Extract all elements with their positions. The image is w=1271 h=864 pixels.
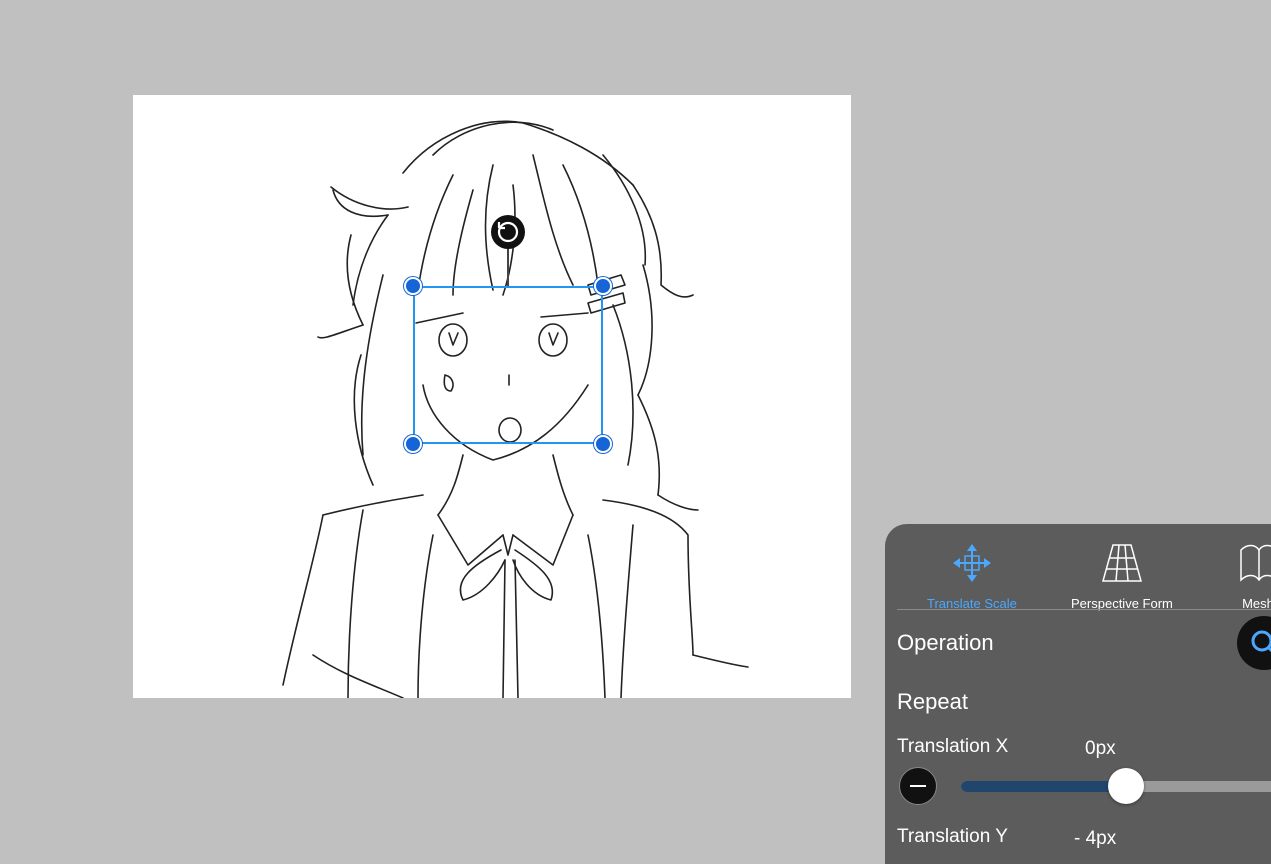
selection-handle-top-right[interactable] [594, 277, 612, 295]
translation-x-value: 0px [1085, 738, 1116, 759]
repeat-label[interactable]: Repeat [897, 689, 968, 715]
translation-x-slider-fill [961, 781, 1126, 792]
translation-x-slider-thumb[interactable] [1108, 768, 1144, 804]
search-button[interactable] [1237, 616, 1271, 670]
translation-y-value: - 4px [1074, 828, 1117, 849]
mesh-icon [1237, 542, 1271, 584]
drawing-canvas[interactable] [133, 95, 851, 698]
rotate-handle-stem [507, 247, 509, 287]
translation-y-label: Translation Y [897, 826, 1008, 847]
move-arrows-icon [951, 542, 993, 584]
minus-icon [910, 785, 926, 787]
translation-x-label: Translation X [897, 736, 1009, 757]
transform-panel: Translate Scale Perspective Form Mesh Op… [885, 524, 1271, 864]
tool-translate-scale[interactable]: Translate Scale [927, 542, 1017, 611]
perspective-grid-icon [1101, 542, 1143, 584]
translation-x-decrement-button[interactable] [899, 767, 937, 805]
selection-bounding-box[interactable] [413, 286, 603, 444]
tool-divider [897, 609, 1271, 610]
tool-mesh[interactable]: Mesh [1237, 542, 1271, 611]
selection-handle-bottom-right[interactable] [594, 435, 612, 453]
rotate-handle[interactable] [491, 215, 525, 249]
tool-perspective-form[interactable]: Perspective Form [1071, 542, 1173, 611]
selection-handle-bottom-left[interactable] [404, 435, 422, 453]
rotate-icon [497, 221, 519, 243]
operation-label: Operation [897, 630, 994, 655]
selection-handle-top-left[interactable] [404, 277, 422, 295]
search-icon [1251, 630, 1271, 653]
